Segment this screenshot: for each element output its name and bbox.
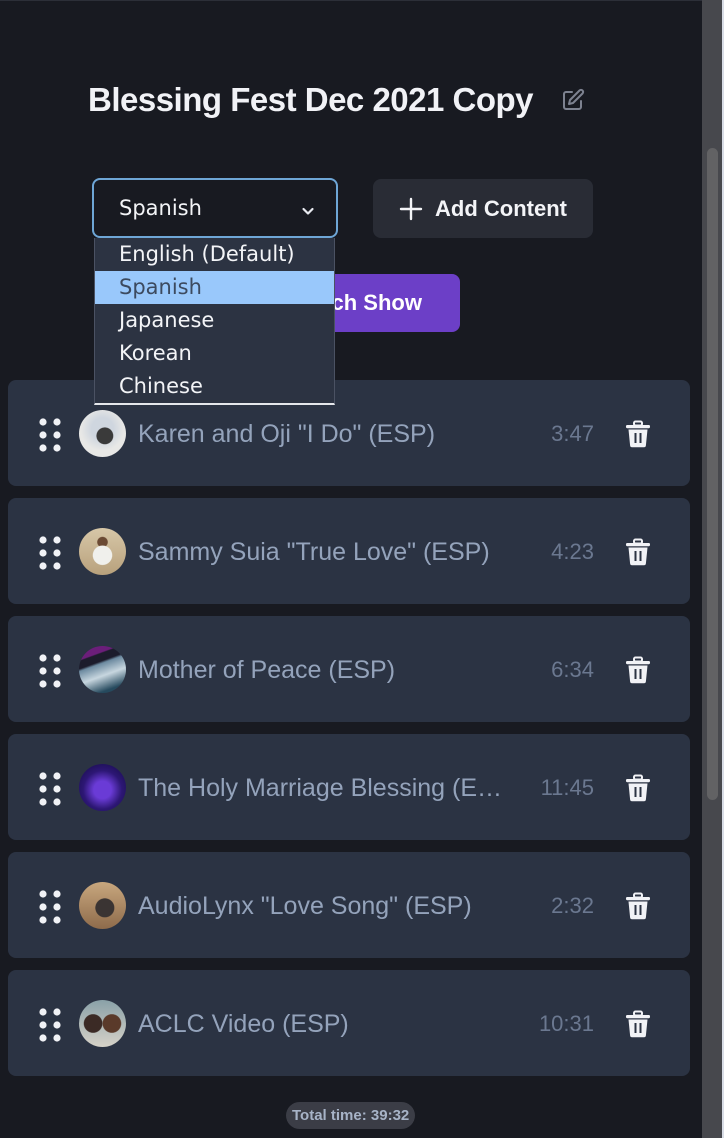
thumbnail-galaxy-text [79, 764, 126, 811]
item-duration: 11:45 [540, 775, 594, 800]
item-duration: 2:32 [551, 893, 594, 918]
item-title: ACLC Video (ESP) [138, 1010, 349, 1038]
item-duration: 10:31 [538, 1011, 594, 1036]
playlist-title: Blessing Fest Dec 2021 Copy [88, 81, 534, 118]
trash-icon[interactable] [625, 774, 651, 802]
language-option-spanish[interactable]: Spanish [95, 271, 334, 304]
scrollbar[interactable] [702, 0, 724, 1138]
language-select[interactable]: Spanish [92, 178, 338, 238]
thumbnail-ocean-purple-sky [79, 646, 126, 693]
item-title: AudioLynx "Love Song" (ESP) [138, 892, 472, 920]
item-title: The Holy Marriage Blessing (ESP) [138, 774, 516, 802]
trash-icon[interactable] [625, 538, 651, 566]
trash-icon[interactable] [625, 656, 651, 684]
thumbnail-couple [79, 1000, 126, 1047]
thumbnail-man-white-shirt [79, 528, 126, 575]
playlist-editor: Blessing Fest Dec 2021 Copy Spanish Add … [0, 0, 702, 1138]
language-dropdown: English (Default) Spanish Japanese Korea… [94, 238, 335, 405]
content-list: Karen and Oji "I Do" (ESP) 3:47 Sammy Su… [8, 380, 690, 1088]
item-duration: 3:47 [551, 421, 594, 446]
item-title: Mother of Peace (ESP) [138, 656, 396, 684]
thumbnail-man-jacket [79, 882, 126, 929]
list-item[interactable]: Mother of Peace (ESP) 6:34 [8, 616, 690, 722]
drag-handle-icon[interactable] [38, 417, 62, 453]
total-time-badge: Total time: 39:32 [286, 1102, 416, 1129]
language-option-japanese[interactable]: Japanese [95, 304, 334, 337]
drag-handle-icon[interactable] [38, 535, 62, 571]
add-content-button[interactable]: Add Content [373, 179, 593, 238]
item-title: Sammy Suia "True Love" (ESP) [138, 538, 490, 566]
list-item[interactable]: AudioLynx "Love Song" (ESP) 2:32 [8, 852, 690, 958]
item-duration: 4:23 [551, 539, 594, 564]
language-option-english[interactable]: English (Default) [95, 238, 334, 271]
list-item[interactable]: Sammy Suia "True Love" (ESP) 4:23 [8, 498, 690, 604]
add-content-label: Add Content [435, 195, 567, 221]
title-row: Blessing Fest Dec 2021 Copy [88, 81, 585, 119]
drag-handle-icon[interactable] [38, 653, 62, 689]
plus-icon [399, 197, 423, 221]
language-option-korean[interactable]: Korean [95, 337, 334, 370]
trash-icon[interactable] [625, 420, 651, 448]
language-select-value: Spanish [119, 196, 202, 220]
list-item[interactable]: ACLC Video (ESP) 10:31 [8, 970, 690, 1076]
scrollbar-thumb[interactable] [707, 148, 718, 800]
language-option-chinese[interactable]: Chinese [95, 370, 334, 403]
trash-icon[interactable] [625, 892, 651, 920]
chevron-down-icon [300, 200, 316, 216]
thumbnail-guitar-player [79, 410, 126, 457]
drag-handle-icon[interactable] [38, 1007, 62, 1043]
list-item[interactable]: The Holy Marriage Blessing (ESP) 11:45 [8, 734, 690, 840]
edit-icon[interactable] [561, 88, 585, 112]
trash-icon[interactable] [625, 1010, 651, 1038]
item-duration: 6:34 [551, 657, 594, 682]
drag-handle-icon[interactable] [38, 771, 62, 807]
drag-handle-icon[interactable] [38, 889, 62, 925]
